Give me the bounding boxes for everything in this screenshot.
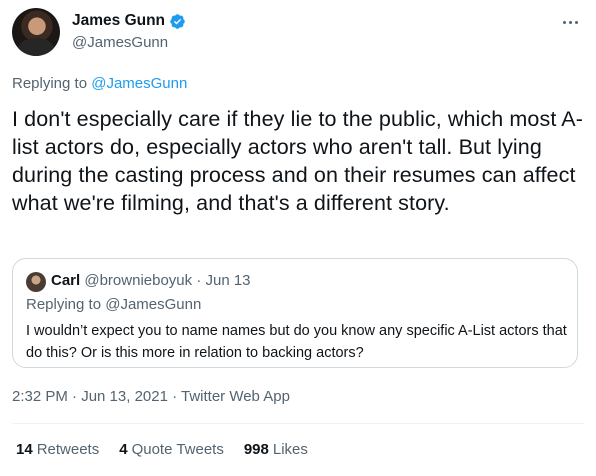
quote-tweets-label: Quote Tweets xyxy=(131,441,224,458)
replying-to: Replying to @JamesGunn xyxy=(12,75,187,92)
quoted-tweet[interactable]: Carl @brownieboyuk · Jun 13 Replying to … xyxy=(12,258,578,368)
quoted-tweet-text: I wouldn’t expect you to name names but … xyxy=(26,323,567,361)
tweet-text: I don't especially care if they lie to t… xyxy=(12,107,583,215)
likes-label: Likes xyxy=(272,441,308,458)
author-handle[interactable]: @JamesGunn xyxy=(72,34,168,51)
author-avatar[interactable] xyxy=(12,8,60,56)
quoted-author-name: Carl xyxy=(51,272,81,289)
divider-top xyxy=(12,423,584,424)
retweets-label: Retweets xyxy=(36,441,100,458)
likes-count: 998 xyxy=(243,441,269,458)
quoted-replying-prefix: Replying to xyxy=(26,296,106,313)
replying-handle-link[interactable]: @JamesGunn xyxy=(91,75,187,92)
engagement-stats: 14 Retweets 4 Quote Tweets 998 Likes xyxy=(16,441,308,458)
quote-tweets-stat[interactable]: 4 Quote Tweets xyxy=(119,441,224,458)
author-display-name[interactable]: James Gunn xyxy=(72,12,165,30)
quote-tweets-count: 4 xyxy=(119,441,128,458)
more-options-icon[interactable] xyxy=(558,12,582,32)
quoted-tweet-date: · Jun 13 xyxy=(192,272,251,289)
tweet: James Gunn @JamesGunn Replying to @James… xyxy=(0,0,596,476)
replying-prefix: Replying to xyxy=(12,75,92,92)
quoted-replying-handle: @JamesGunn xyxy=(105,296,202,313)
verified-badge-icon xyxy=(170,13,185,29)
retweets-stat[interactable]: 14 Retweets xyxy=(16,441,99,458)
quoted-replying-to: Replying to @JamesGunn xyxy=(26,296,201,313)
quoted-author-avatar xyxy=(26,272,46,292)
retweets-count: 14 xyxy=(16,441,33,458)
tweet-timestamp[interactable]: 2:32 PM · Jun 13, 2021 · Twitter Web App xyxy=(12,388,290,405)
author-name-row: James Gunn xyxy=(72,12,186,30)
quoted-author-handle: @brownieboyuk xyxy=(84,272,193,289)
quoted-tweet-header: Carl @brownieboyuk · Jun 13 xyxy=(51,272,251,289)
likes-stat[interactable]: 998 Likes xyxy=(244,441,308,458)
